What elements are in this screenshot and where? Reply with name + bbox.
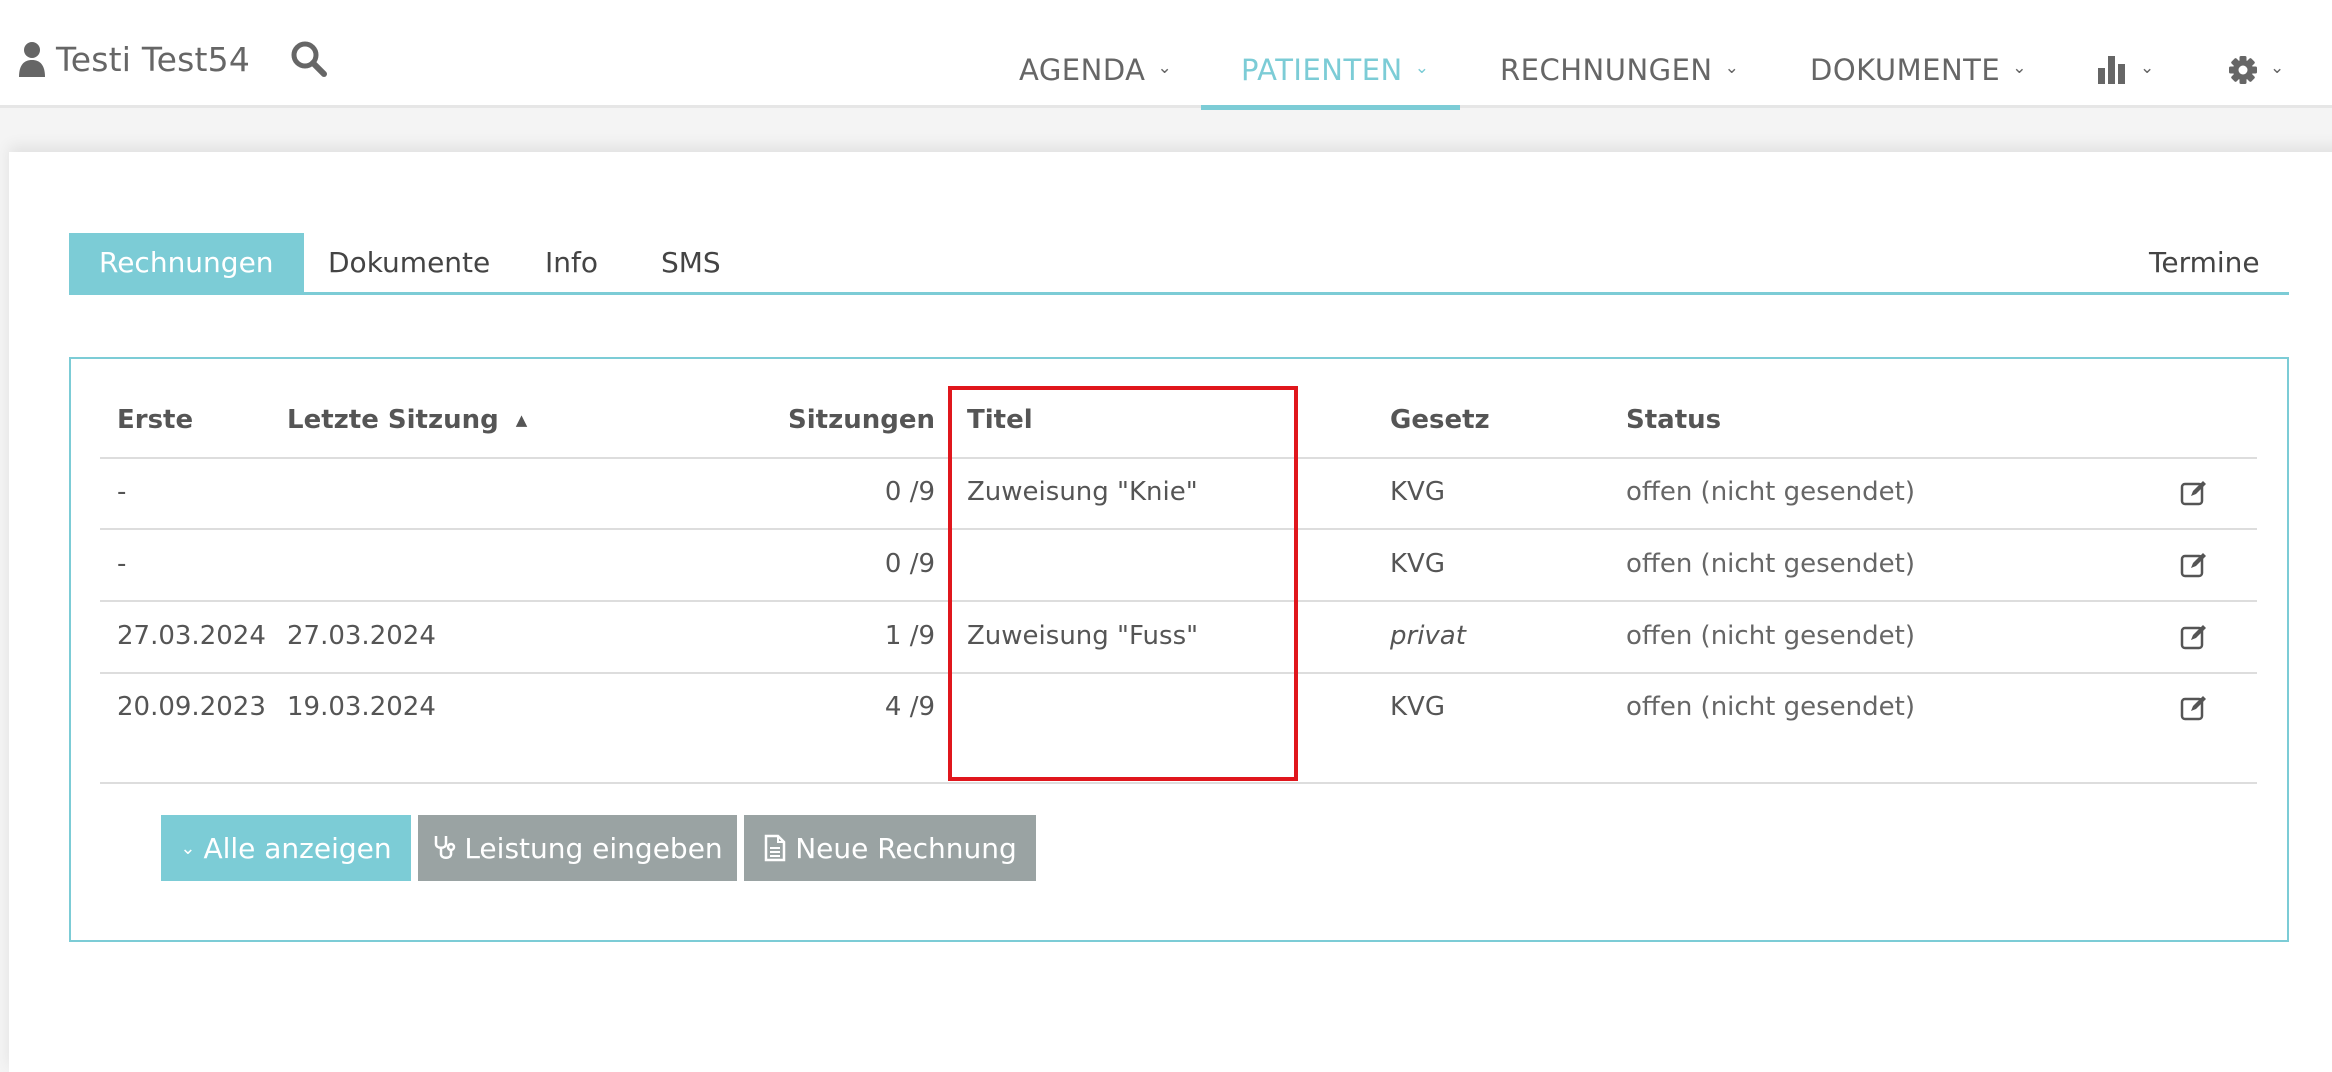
enter-service-button[interactable]: Leistung eingeben bbox=[418, 815, 737, 881]
edit-icon[interactable] bbox=[2180, 479, 2208, 507]
cell-letzte-sitzung: 19.03.2024 bbox=[287, 692, 436, 722]
patient-tabs: Rechnungen Dokumente Info SMS Termine bbox=[69, 233, 2289, 295]
chevron-down-icon: ⌄ bbox=[2140, 58, 2155, 78]
stethoscope-icon bbox=[432, 834, 456, 862]
chevron-down-icon: ⌄ bbox=[180, 837, 196, 859]
gear-icon bbox=[2229, 56, 2257, 84]
nav-rechnungen-label: RECHNUNGEN bbox=[1500, 53, 1713, 87]
edit-icon[interactable] bbox=[2180, 623, 2208, 651]
cell-sitzungen: 0 /9 bbox=[884, 477, 935, 507]
cell-erste: - bbox=[117, 477, 127, 507]
edit-icon[interactable] bbox=[2180, 551, 2208, 579]
nav-dokumente-label: DOKUMENTE bbox=[1810, 53, 2001, 87]
column-header-sitzungen[interactable]: Sitzungen bbox=[788, 405, 935, 435]
tab-rechnungen[interactable]: Rechnungen bbox=[69, 233, 304, 292]
cell-gesetz: privat bbox=[1390, 621, 1466, 651]
tab-dokumente-label: Dokumente bbox=[328, 246, 491, 279]
cell-erste: - bbox=[117, 549, 127, 579]
cell-gesetz: KVG bbox=[1390, 477, 1445, 507]
nav-patienten-label: PATIENTEN bbox=[1241, 53, 1403, 87]
cell-sitzungen: 1 /9 bbox=[884, 621, 935, 651]
chevron-down-icon: ⌄ bbox=[1724, 58, 1740, 78]
nav-dokumente[interactable]: DOKUMENTE ⌄ bbox=[1810, 0, 2027, 108]
column-header-letzte-sitzung-label: Letzte Sitzung bbox=[287, 405, 499, 435]
nav-agenda-label: AGENDA bbox=[1019, 53, 1146, 87]
enter-service-label: Leistung eingeben bbox=[464, 831, 723, 865]
show-all-button[interactable]: ⌄ Alle anzeigen bbox=[161, 815, 411, 881]
cell-sitzungen: 4 /9 bbox=[884, 692, 935, 722]
search-icon[interactable] bbox=[290, 40, 328, 78]
nav-agenda[interactable]: AGENDA ⌄ bbox=[1019, 0, 1172, 108]
column-header-erste[interactable]: Erste bbox=[117, 405, 193, 435]
chevron-down-icon: ⌄ bbox=[1157, 58, 1173, 78]
nav-settings[interactable]: ⌄ bbox=[2228, 0, 2285, 108]
tab-rechnungen-label: Rechnungen bbox=[99, 246, 274, 279]
show-all-label: Alle anzeigen bbox=[203, 831, 392, 865]
sort-ascending-icon: ▲ bbox=[515, 411, 528, 429]
new-invoice-button[interactable]: Neue Rechnung bbox=[744, 815, 1036, 881]
cell-gesetz: KVG bbox=[1390, 549, 1445, 579]
user-icon bbox=[19, 42, 45, 77]
user-menu[interactable]: Testi Test54 bbox=[18, 34, 250, 84]
new-invoice-label: Neue Rechnung bbox=[795, 831, 1017, 865]
column-header-letzte-sitzung[interactable]: Letzte Sitzung ▲ bbox=[287, 405, 527, 435]
top-navigation-bar: Testi Test54 AGENDA ⌄ PATIENTEN ⌄ RECHNU… bbox=[0, 0, 2332, 108]
cell-erste: 27.03.2024 bbox=[117, 621, 266, 651]
tab-termine-label: Termine bbox=[2149, 246, 2260, 279]
cell-sitzungen: 0 /9 bbox=[884, 549, 935, 579]
titel-column-highlight bbox=[948, 386, 1298, 781]
cell-status: offen (nicht gesendet) bbox=[1626, 621, 1915, 651]
column-header-gesetz[interactable]: Gesetz bbox=[1390, 405, 1490, 435]
tab-termine[interactable]: Termine bbox=[2149, 233, 2260, 292]
tab-dokumente[interactable]: Dokumente bbox=[328, 233, 490, 292]
cell-gesetz: KVG bbox=[1390, 692, 1445, 722]
table-bottom-divider bbox=[100, 782, 2257, 784]
nav-patienten[interactable]: PATIENTEN ⌄ bbox=[1241, 0, 1429, 108]
nav-rechnungen[interactable]: RECHNUNGEN ⌄ bbox=[1500, 0, 1739, 108]
tab-sms[interactable]: SMS bbox=[661, 233, 721, 292]
chevron-down-icon: ⌄ bbox=[2012, 58, 2027, 78]
tab-sms-label: SMS bbox=[661, 246, 721, 279]
cell-erste: 20.09.2023 bbox=[117, 692, 266, 722]
chevron-down-icon: ⌄ bbox=[1414, 58, 1430, 78]
active-nav-indicator bbox=[1201, 105, 1460, 110]
column-header-status[interactable]: Status bbox=[1626, 405, 1721, 435]
tab-info-label: Info bbox=[545, 246, 598, 279]
cell-letzte-sitzung: 27.03.2024 bbox=[287, 621, 436, 651]
bar-chart-icon bbox=[2098, 56, 2125, 84]
chevron-down-icon: ⌄ bbox=[2270, 58, 2285, 78]
edit-icon[interactable] bbox=[2180, 694, 2208, 722]
cell-status: offen (nicht gesendet) bbox=[1626, 692, 1915, 722]
document-icon bbox=[763, 834, 787, 862]
tab-info[interactable]: Info bbox=[545, 233, 598, 292]
cell-status: offen (nicht gesendet) bbox=[1626, 549, 1915, 579]
cell-status: offen (nicht gesendet) bbox=[1626, 477, 1915, 507]
user-name: Testi Test54 bbox=[56, 39, 251, 79]
nav-statistics[interactable]: ⌄ bbox=[2098, 0, 2155, 108]
